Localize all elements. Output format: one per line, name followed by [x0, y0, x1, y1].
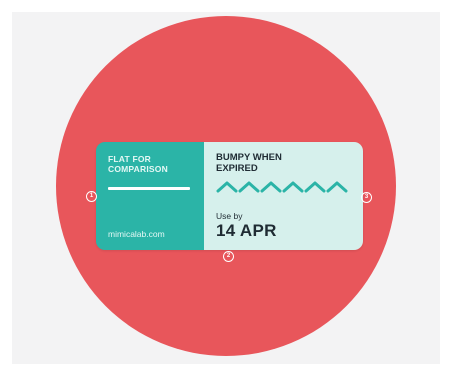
bump-chevron — [260, 181, 282, 193]
bump-chevron — [216, 181, 238, 193]
bump-chevron — [238, 181, 260, 193]
bump-chevron — [326, 181, 348, 193]
use-by-date: 14 APR — [216, 221, 277, 240]
marker-2-icon: 2 — [223, 251, 234, 262]
marker-1-icon: 1 — [86, 191, 97, 202]
bump-chevron — [282, 181, 304, 193]
expiry-label: FLAT FOR COMPARISON mimicalab.com BUMPY … — [96, 142, 363, 250]
flat-divider-line — [108, 187, 190, 190]
flat-comparison-title: FLAT FOR COMPARISON — [108, 154, 168, 174]
flat-comparison-section: FLAT FOR COMPARISON mimicalab.com — [96, 142, 204, 250]
bumpy-section: BUMPY WHEN EXPIRED Use by 14 APR — [204, 142, 363, 250]
use-by-label: Use by — [216, 211, 243, 221]
website-text: mimicalab.com — [108, 229, 165, 239]
bump-chevron — [304, 181, 326, 193]
marker-3-icon: 3 — [361, 192, 372, 203]
bumpy-title: BUMPY WHEN EXPIRED — [216, 152, 282, 174]
bumps-zigzag-icon — [216, 181, 348, 193]
